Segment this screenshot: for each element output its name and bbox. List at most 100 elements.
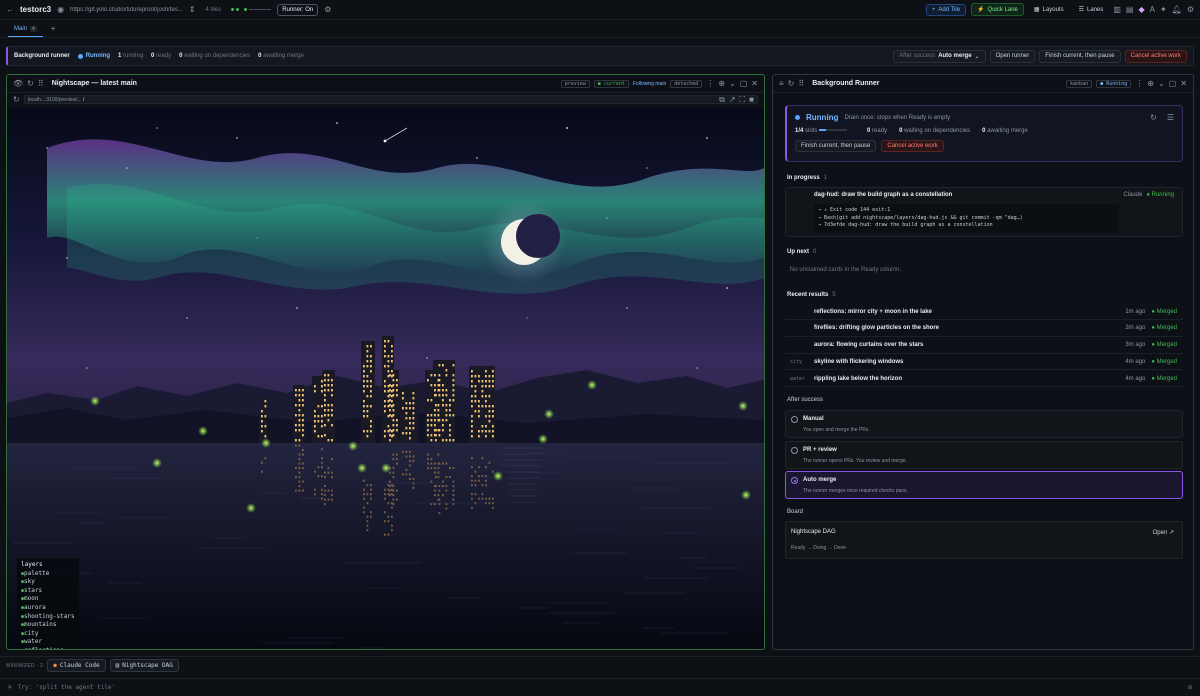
columns-icon[interactable]: ▥ bbox=[1113, 5, 1121, 14]
refresh-icon[interactable]: ↻ bbox=[27, 79, 34, 88]
nightscape-canvas bbox=[7, 108, 764, 649]
minimize-icon[interactable]: ⌄ bbox=[729, 79, 736, 88]
layer-item-mountains[interactable]: mountains bbox=[21, 621, 75, 630]
layer-item-palette[interactable]: palette bbox=[21, 570, 75, 579]
after-success-option-manual[interactable]: Manual You open and merge the PRs. bbox=[785, 410, 1183, 438]
text-icon[interactable]: A bbox=[1150, 5, 1155, 14]
bell-icon[interactable]: 🔔︎ bbox=[1172, 5, 1182, 14]
layer-item-aurora[interactable]: aurora bbox=[21, 604, 75, 613]
minimized-claude-code[interactable]: ● Claude Code bbox=[47, 659, 106, 672]
close-icon[interactable]: ✕ bbox=[1180, 79, 1187, 88]
open-runner-button[interactable]: Open runner bbox=[989, 49, 1036, 63]
drag-handle-icon[interactable]: ⠿ bbox=[798, 79, 804, 88]
sliders-icon[interactable]: ☰ bbox=[1167, 113, 1174, 122]
layer-item-stars[interactable]: stars bbox=[21, 587, 75, 596]
result-row[interactable]: aurora: flowing curtains over the stars 3… bbox=[785, 338, 1183, 354]
result-row[interactable]: fireflies: drifting glow particles on th… bbox=[785, 321, 1183, 337]
gear-icon[interactable]: ⚙ bbox=[1187, 5, 1194, 14]
reload-icon[interactable]: ↻ bbox=[13, 95, 20, 104]
add-tile-button[interactable]: + Add Tile bbox=[925, 3, 967, 16]
result-time: 4m ago bbox=[1125, 358, 1146, 365]
layers-title: layers bbox=[21, 561, 43, 568]
radio-button[interactable] bbox=[791, 477, 798, 484]
quick-lane-button[interactable]: ⚡ Quick Lane bbox=[971, 3, 1024, 16]
board-open-button[interactable]: Open ↗ bbox=[1153, 529, 1174, 536]
stop-icon[interactable]: ■ bbox=[749, 95, 754, 104]
board-card[interactable]: Nightscape DAG Open ↗ Ready → Doing → Do… bbox=[785, 521, 1183, 559]
after-success-option-pr-review[interactable]: PR + review The runner opens PRs. You rev… bbox=[785, 440, 1183, 469]
settings-icon[interactable]: ⚙ bbox=[324, 5, 331, 14]
pin-icon[interactable]: ⊕ bbox=[718, 79, 725, 88]
back-arrow-icon[interactable]: ← bbox=[6, 5, 14, 14]
ready-stat: 0 ready bbox=[151, 53, 172, 59]
finish-pause-button[interactable]: Finish current, then pause bbox=[1039, 49, 1121, 63]
repo-url[interactable]: https://git.yolo.studio/futureproof/josh… bbox=[70, 7, 183, 13]
in-progress-card[interactable]: dag-hud: draw the build graph as a const… bbox=[785, 187, 1183, 237]
detached-badge[interactable]: detached bbox=[670, 79, 703, 88]
layer-item-shooting-stars[interactable]: shooting-stars bbox=[21, 613, 75, 622]
radio-button[interactable] bbox=[791, 446, 798, 454]
runner-tile-title: Background Runner bbox=[812, 80, 880, 87]
command-bar[interactable]: ⌘ Try: 'split the agent tile' ⊞ bbox=[0, 678, 1200, 696]
result-row[interactable]: reflections: mirror city + moon in the l… bbox=[785, 304, 1183, 320]
tab-main[interactable]: Main 4 bbox=[8, 26, 43, 37]
command-input[interactable]: Try: 'split the agent tile' bbox=[18, 684, 116, 691]
layer-item-water[interactable]: water bbox=[21, 638, 75, 647]
lanes-button[interactable]: ☰ Lanes bbox=[1074, 4, 1109, 15]
layer-item-city[interactable]: city bbox=[21, 630, 75, 639]
layer-item-moon[interactable]: moon bbox=[21, 595, 75, 604]
more-icon[interactable]: ⋮ bbox=[706, 79, 714, 88]
board-icon[interactable]: ▤ bbox=[1126, 5, 1134, 14]
drag-handle-icon[interactable]: ⠿ bbox=[38, 79, 44, 88]
runner-icon: ≡ bbox=[779, 78, 784, 88]
runner-tile-header: ≡ ↻ ⠿ Background Runner kanban ● Running… bbox=[773, 75, 1193, 93]
add-tab-icon[interactable]: + bbox=[51, 25, 56, 37]
ready-stat: 0 ready bbox=[867, 128, 888, 134]
copy-icon[interactable]: ⧉ bbox=[719, 95, 725, 104]
layouts-button[interactable]: ▦ Layouts bbox=[1029, 4, 1069, 15]
layer-item-sky[interactable]: sky bbox=[21, 578, 75, 587]
layer-item-reflections[interactable]: reflections bbox=[21, 647, 75, 649]
status-dot bbox=[795, 115, 800, 120]
cancel-work-button[interactable]: Cancel active work bbox=[881, 140, 944, 152]
board-icon: ▤ bbox=[115, 662, 120, 669]
chevron-updown-icon[interactable]: ⇕ bbox=[189, 5, 196, 14]
refresh-icon[interactable]: ↻ bbox=[788, 79, 795, 88]
after-success-option-auto-merge[interactable]: Auto merge The runner merges once require… bbox=[785, 471, 1183, 499]
close-icon[interactable]: ✕ bbox=[751, 79, 758, 88]
preview-url-input[interactable]: localh...:3100/preview/... / ⧉ ↗ ⛶ ■ bbox=[23, 95, 758, 104]
fullscreen-icon[interactable]: ⛶ bbox=[740, 95, 746, 104]
pin-icon[interactable]: ⊕ bbox=[1147, 79, 1154, 88]
log-line: → Bash(git add nightscape/layers/dag-hud… bbox=[818, 214, 1023, 221]
tiles-count: 4 tiles bbox=[205, 6, 222, 13]
minimized-bar: MINIMIZED · 2 ● Claude Code ▤ Nightscape D… bbox=[0, 656, 1200, 674]
result-row[interactable]: city skyline with flickering windows 4m ag… bbox=[785, 354, 1183, 371]
command-expand-icon[interactable]: ⊞ bbox=[1188, 684, 1192, 691]
result-row[interactable]: water rippling lake below the horizon 4m a… bbox=[785, 371, 1183, 388]
tab-count: 4 bbox=[30, 26, 37, 32]
restart-icon[interactable]: ↻ bbox=[1150, 113, 1157, 122]
app-icon[interactable]: ◆ bbox=[1138, 5, 1144, 14]
sparkle-icon[interactable]: ✦ bbox=[1160, 5, 1167, 14]
maximize-icon[interactable]: ▢ bbox=[1169, 79, 1177, 88]
cancel-work-button[interactable]: Cancel active work bbox=[1124, 49, 1187, 63]
more-icon[interactable]: ⋮ bbox=[1135, 79, 1143, 88]
eye-icon[interactable]: 👁︎ bbox=[13, 79, 23, 88]
option-title: Manual bbox=[803, 416, 824, 422]
result-lane: city bbox=[790, 358, 803, 365]
external-link-icon[interactable]: ↗ bbox=[729, 95, 736, 104]
awaiting-stat: 0 awaiting merge bbox=[982, 128, 1028, 134]
minimized-nightscape-dag[interactable]: ▤ Nightscape DAG bbox=[109, 659, 179, 672]
recent-results-heading: Recent results 5 bbox=[787, 292, 836, 298]
minimize-icon[interactable]: ⌄ bbox=[1158, 79, 1165, 88]
radio-button[interactable] bbox=[791, 416, 798, 423]
after-success-select[interactable]: After success Auto merge ⌄ bbox=[893, 49, 986, 63]
kanban-badge: kanban bbox=[1066, 79, 1093, 88]
workspace-name[interactable]: testorc3 bbox=[20, 5, 51, 14]
runner-toggle[interactable]: Runner: On bbox=[277, 3, 319, 16]
following-main-link[interactable]: Following main bbox=[633, 81, 666, 87]
result-title: aurora: flowing curtains over the stars bbox=[814, 342, 924, 349]
maximize-icon[interactable]: ▢ bbox=[740, 79, 748, 88]
finish-pause-button[interactable]: Finish current, then pause bbox=[795, 140, 877, 152]
preview-title: Nightscape — latest main bbox=[51, 80, 137, 87]
